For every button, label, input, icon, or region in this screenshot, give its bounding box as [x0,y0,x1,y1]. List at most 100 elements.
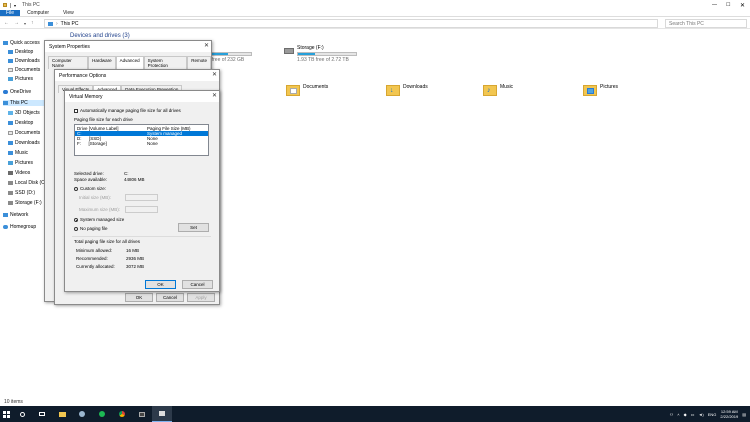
ok-button[interactable]: OK [145,280,176,289]
close-icon[interactable]: ✕ [204,42,209,49]
initial-size-field[interactable] [125,194,158,201]
search-icon [19,411,25,417]
nav-this-pc[interactable]: This PC [3,100,45,106]
tab-computer[interactable]: Computer [20,10,56,16]
nav-label: Storage (F:) [15,200,42,206]
maximize-button[interactable]: ☐ [726,2,730,8]
recommended-row: Recommended: 2936 MB [76,256,144,261]
notification-icon[interactable]: ▤ [742,412,746,417]
taskbar-search-button[interactable] [12,406,32,422]
back-icon[interactable]: ← [4,20,9,26]
tab-computer-name[interactable]: Computer Name [48,56,89,69]
chrome-icon [119,411,125,417]
radio-button [74,186,78,191]
chevron-right-icon: › [56,20,58,27]
auto-manage-checkbox[interactable]: Automatically manage paging file size fo… [74,108,181,113]
drive-list[interactable]: Drive [Volume Label] Paging File Size (M… [74,124,209,156]
nav-label: Homegroup [10,224,37,230]
forward-icon[interactable]: → [14,20,19,26]
address-bar[interactable]: › This PC [44,19,658,28]
nav-homegroup[interactable]: Homegroup [3,224,36,230]
minimize-button[interactable]: — [712,2,717,8]
maximum-size-field[interactable] [125,206,158,213]
set-button[interactable]: Set [178,223,209,232]
space-available-row: Space available: 44806 MB [74,177,145,182]
nav-3d-objects[interactable]: 3D Objects [8,110,40,116]
cancel-button[interactable]: Cancel [156,293,184,302]
taskbar-explorer[interactable] [52,406,72,422]
start-button[interactable] [0,406,12,422]
nav-downloads[interactable]: Downloads [8,58,40,64]
settings-window-icon [159,411,165,416]
clock[interactable]: 12:59 AM 2/22/2019 [720,409,738,419]
folder-pictures[interactable]: Pictures [583,82,618,96]
custom-size-radio[interactable]: Custom size: [74,186,106,191]
close-icon[interactable]: ✕ [212,92,217,99]
spotify-icon [99,411,105,417]
nav-videos[interactable]: Videos [8,170,30,176]
people-icon[interactable]: ⚇ [670,412,674,417]
nav-desktop[interactable]: Desktop [8,49,33,55]
nav-desktop-2[interactable]: Desktop [8,120,33,126]
no-paging-radio[interactable]: No paging file [74,226,108,231]
nav-documents-2[interactable]: Documents [8,130,40,136]
pictures-folder-icon [583,82,597,96]
nav-quick-access[interactable]: Quick access [3,40,40,46]
language-indicator[interactable]: ENG [708,412,717,417]
recent-dropdown-icon[interactable]: ▾ [24,21,26,26]
nav-label: Quick access [10,40,40,46]
nav-label: Desktop [15,49,34,55]
dropdown-icon[interactable]: ▾ [14,3,16,8]
nav-local-disk[interactable]: Local Disk (C:) [8,180,48,186]
nav-downloads-2[interactable]: Downloads [8,140,40,146]
drive-row[interactable]: F: [Storage] None [75,141,208,146]
nav-storage[interactable]: Storage (F:) [8,200,42,206]
tab-remote[interactable]: Remote [187,56,211,69]
close-button[interactable]: ✕ [740,2,745,9]
drive-space: 1.93 TB free of 2.72 TB [297,57,349,63]
nav-documents[interactable]: Documents [8,67,40,73]
dialog-title-bar: Virtual Memory ✕ [65,91,219,102]
nav-pictures[interactable]: Pictures [8,76,33,82]
drive-storage[interactable]: Storage (F:) 1.93 TB free of 2.72 TB [284,45,357,63]
taskbar-app[interactable] [132,406,152,422]
ok-button[interactable]: OK [125,293,153,302]
chevron-up-icon[interactable]: ˄ [677,412,679,417]
nav-onedrive[interactable]: OneDrive [3,89,31,95]
folder-music[interactable]: ♪ Music [483,82,513,96]
search-placeholder: Search This PC [669,20,704,27]
item-count: 10 items [4,398,23,405]
tab-hardware[interactable]: Hardware [88,56,116,69]
nav-ssd[interactable]: SSD (D:) [8,190,35,196]
dialog-title: Virtual Memory [69,93,103,100]
allocated-value: 3072 MB [126,264,145,269]
taskbar-task-view[interactable] [32,406,52,422]
search-input[interactable]: Search This PC [665,19,747,28]
taskbar-steam[interactable] [72,406,92,422]
tab-view[interactable]: View [56,10,81,16]
close-icon[interactable]: ✕ [212,71,217,78]
apply-button[interactable]: Apply [187,293,215,302]
tab-file[interactable]: File [0,10,21,16]
taskbar-system-settings[interactable] [152,406,172,422]
tab-advanced[interactable]: Advanced [115,56,144,69]
downloads-folder-icon: ↓ [386,82,400,96]
taskbar-spotify[interactable] [92,406,112,422]
folder-downloads[interactable]: ↓ Downloads [386,82,428,96]
system-managed-radio[interactable]: System managed size [74,217,124,222]
folder-documents[interactable]: Documents [286,82,328,96]
cancel-button[interactable]: Cancel [182,280,213,289]
tab-system-protection[interactable]: System Protection [143,56,188,69]
nav-pictures-2[interactable]: Pictures [8,160,33,166]
nav-label: Documents [15,67,41,73]
system-tray: ⚇ ˄ ◆ ▭ ◄) ENG 12:59 AM 2/22/2019 ▤ [670,406,746,422]
volume-icon[interactable]: ◄) [698,412,703,417]
network-icon[interactable]: ▭ [691,412,695,417]
nav-music[interactable]: Music [8,150,28,156]
taskbar-chrome[interactable] [112,406,132,422]
cube-icon [8,111,13,115]
steam-icon [79,411,85,417]
nav-network[interactable]: Network [3,212,28,218]
up-icon[interactable]: ↑ [31,20,34,26]
dropbox-icon[interactable]: ◆ [684,412,687,417]
